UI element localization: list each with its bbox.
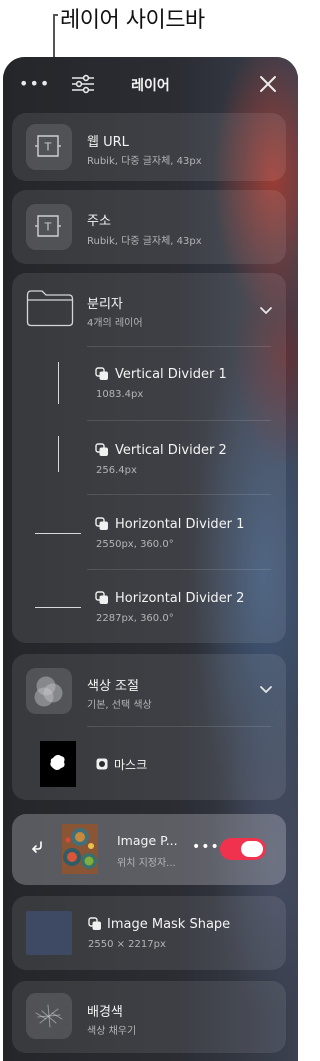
layer-background[interactable]: 배경색 색상 채우기 <box>12 981 286 1053</box>
text-layer-thumbnail: T <box>26 204 72 250</box>
text-frame-icon: T <box>35 215 61 237</box>
text-layer-thumbnail: T <box>26 124 72 170</box>
layer-title: Horizontal Divider 2 <box>115 591 245 606</box>
svg-text:T: T <box>44 141 52 154</box>
mask-label: 마스크 <box>114 758 148 772</box>
chevron-down-icon[interactable] <box>259 685 273 695</box>
clip-arrow-icon <box>32 841 42 853</box>
linked-layer-icon <box>95 517 108 530</box>
layer-title: Horizontal Divider 1 <box>115 517 245 532</box>
layer-subtitle: Rubik, 다중 글자체, 43px <box>87 156 202 167</box>
layer-subtitle: Rubik, 다중 글자체, 43px <box>87 236 202 247</box>
sidebar-title: 레이어 <box>131 78 170 94</box>
mask-icon <box>96 758 108 770</box>
layer-title: Vertical Divider 2 <box>115 443 227 458</box>
layer-color-adjust[interactable]: 색상 조절 기본, 선택 색상 마스크 <box>12 654 286 800</box>
layer-title: Image P... <box>117 833 178 848</box>
layer-subtitle: 색상 채우기 <box>87 1026 137 1037</box>
mask-thumbnail <box>40 741 76 787</box>
vertical-line-thumbnail <box>58 436 60 472</box>
layer-vertical-divider-2[interactable]: Vertical Divider 2 256.4px <box>12 421 286 494</box>
linked-layer-icon <box>95 367 108 380</box>
layer-subtitle: 2550px, 360.0° <box>96 539 174 550</box>
horizontal-line-thumbnail <box>35 607 81 609</box>
layer-more-button[interactable]: ••• <box>192 839 220 855</box>
layer-image-mask-shape[interactable]: Image Mask Shape 2550 × 2217px <box>12 896 286 970</box>
layer-title: 배경색 <box>87 1005 123 1020</box>
color-adjust-thumbnail <box>26 668 72 714</box>
chevron-down-icon[interactable] <box>259 306 273 316</box>
mask-shape-icon <box>50 754 65 770</box>
layer-web-url[interactable]: T 웹 URL Rubik, 다중 글자체, 43px <box>12 113 286 181</box>
callout-title: 레이어 사이드바 <box>60 8 205 33</box>
background-thumbnail <box>26 993 72 1039</box>
group-subtitle: 4개의 레이어 <box>87 318 143 329</box>
layer-subtitle: 위치 지정자... <box>117 858 176 869</box>
text-frame-icon: T <box>35 135 61 157</box>
linked-layer-icon <box>95 591 108 604</box>
linked-layer-icon <box>95 443 108 456</box>
layer-title: 색상 조절 <box>87 679 139 694</box>
callout-hook <box>53 14 58 16</box>
toggle-knob <box>241 841 263 857</box>
layer-subtitle: 256.4px <box>96 465 137 476</box>
folder-icon <box>26 290 74 327</box>
linked-layer-icon <box>88 917 101 930</box>
layer-address[interactable]: T 주소 Rubik, 다중 글자체, 43px <box>12 190 286 264</box>
layer-image-placeholder[interactable]: Image P... 위치 지정자... ••• <box>12 814 286 885</box>
color-circles-icon <box>34 676 63 707</box>
layer-subtitle: 1083.4px <box>96 389 144 400</box>
layer-subtitle: 2287px, 360.0° <box>96 613 174 624</box>
layer-title: Vertical Divider 1 <box>115 367 227 382</box>
group-title: 분리자 <box>87 297 123 312</box>
close-icon[interactable] <box>258 74 278 94</box>
layer-group-dividers[interactable]: 분리자 4개의 레이어 Vertical Divider 1 1083.4px <box>12 273 286 643</box>
layers-sidebar: ••• 레이어 T 웹 URL Rubik, 다중 글자체, 43px T 주소… <box>3 57 298 1061</box>
layer-title: 웹 URL <box>87 135 129 150</box>
layer-horizontal-divider-1[interactable]: Horizontal Divider 1 2550px, 360.0° <box>12 495 286 569</box>
callout-line <box>53 14 55 60</box>
mask-row[interactable]: 마스크 <box>12 727 286 800</box>
food-image-thumbnail <box>62 824 98 874</box>
layer-title: 주소 <box>87 214 111 229</box>
layer-horizontal-divider-2[interactable]: Horizontal Divider 2 2287px, 360.0° <box>12 570 286 643</box>
svg-text:T: T <box>44 221 52 234</box>
shape-thumbnail <box>26 911 72 955</box>
fill-texture-icon <box>35 1004 63 1028</box>
visibility-toggle[interactable] <box>220 838 266 860</box>
layer-title: Image Mask Shape <box>107 917 231 932</box>
layer-subtitle: 2550 × 2217px <box>88 939 166 950</box>
layer-vertical-divider-1[interactable]: Vertical Divider 1 1083.4px <box>12 347 286 420</box>
layer-subtitle: 기본, 선택 색상 <box>87 700 152 711</box>
sidebar-header: ••• 레이어 <box>3 57 298 113</box>
horizontal-line-thumbnail <box>35 533 81 535</box>
vertical-line-thumbnail <box>58 362 60 404</box>
